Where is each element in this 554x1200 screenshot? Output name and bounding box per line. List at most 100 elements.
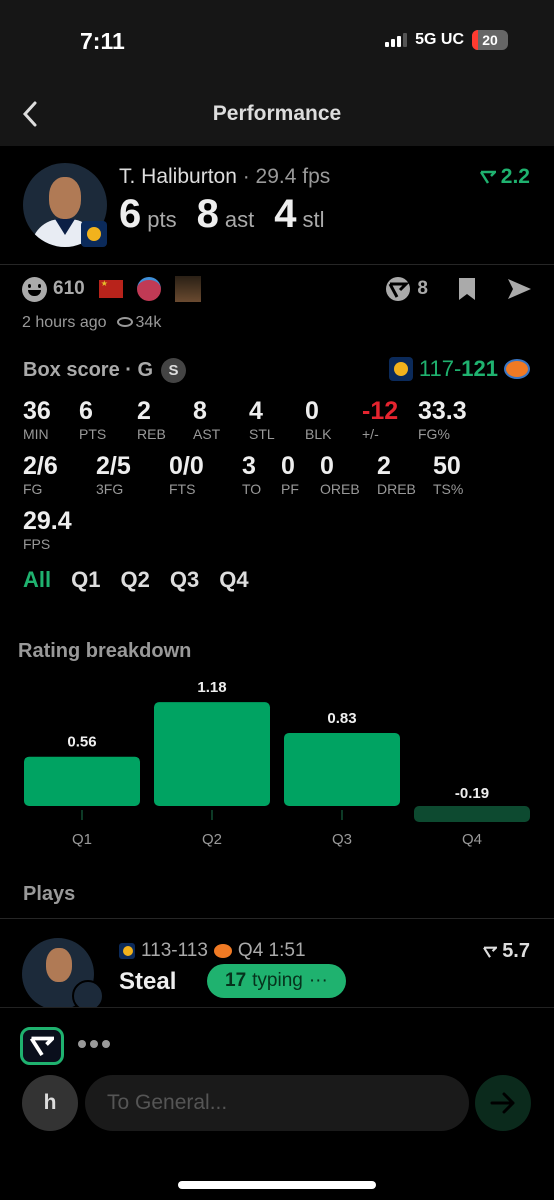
stat-label: BLK — [305, 426, 332, 442]
stat-cell: 2 DREB — [377, 452, 433, 498]
play-rating: 5.7 — [483, 940, 530, 963]
play-action: Steal — [119, 968, 177, 995]
eye-icon — [116, 317, 133, 327]
user-avatar[interactable]: h — [22, 1075, 78, 1131]
stat-label: REB — [137, 426, 166, 442]
stat-value: 0 — [281, 452, 295, 480]
play-score: 113-113 — [141, 940, 208, 961]
player-name-line[interactable]: T. Haliburton · 29.4 fps — [119, 165, 330, 189]
player-rating: 2.2 — [479, 165, 530, 189]
stat-label: MIN — [23, 426, 49, 442]
stat-cell: 0 PF — [281, 452, 320, 498]
stat-cell: 2/6 FG — [23, 452, 96, 498]
player-name: T. Haliburton — [119, 165, 237, 188]
social-bar: 610 8 2 hours ago 34k — [0, 266, 554, 346]
game-score[interactable]: 117-121 — [388, 356, 530, 382]
stat-value: 36 — [23, 397, 51, 425]
stat-cell: 3 TO — [242, 452, 281, 498]
battery-icon: 20 — [472, 30, 508, 50]
reaction-count: 610 — [53, 278, 85, 299]
message-input[interactable] — [85, 1075, 469, 1131]
top-bar: 7:11 5G UC 20 Performance — [0, 0, 554, 146]
send-button[interactable] — [475, 1075, 531, 1131]
bookmark-icon[interactable] — [454, 276, 480, 302]
box-score-row-1: 36 MIN 6 PTS 2 REB 8 AST 4 STL 0 BLK -12 +/- 33.3 FG% — [23, 397, 478, 443]
position-badge: S — [161, 358, 187, 383]
network-label: 5G UC — [415, 31, 464, 48]
rating-value: 2.2 — [500, 165, 530, 188]
rating-breakdown-title: Rating breakdown — [18, 640, 192, 662]
reactions-button[interactable]: 610 — [22, 276, 85, 302]
tab-q4[interactable]: Q4 — [219, 567, 248, 593]
app-logo-button[interactable] — [20, 1027, 64, 1065]
bar-value-label: 0.56 — [67, 734, 96, 751]
stat-cell: 4 STL — [249, 397, 305, 443]
stat-value: 8 — [196, 192, 219, 236]
more-options-icon[interactable] — [78, 1040, 110, 1048]
stat-cell: -12 +/- — [362, 397, 418, 443]
status-icons: 5G UC 20 — [385, 30, 508, 50]
stat-label: FPS — [23, 536, 51, 552]
stat-value: 50 — [433, 452, 461, 480]
box-score-row-2: 2/6 FG 2/5 3FG 0/0 FTS 3 TO 0 PF 0 OREB 2 DREB 50 TS% — [23, 452, 493, 498]
stat-label: TS% — [433, 481, 464, 497]
x-tick-label: Q2 — [202, 831, 222, 848]
stat-value: 3 — [242, 452, 256, 480]
box-score-row-3: 29.4 FPS — [23, 507, 103, 553]
stat-label: PTS — [79, 426, 107, 442]
player-fps: · 29.4 fps — [242, 165, 331, 188]
play-time: Q4 1:51 — [237, 940, 306, 961]
vote-button[interactable]: 8 — [385, 276, 428, 302]
app-logo-icon — [30, 1036, 54, 1057]
bar-value-label: 1.18 — [197, 679, 226, 696]
tab-all[interactable]: All — [23, 567, 51, 593]
bar-value-label: 0.83 — [327, 710, 356, 727]
page-title: Performance — [212, 102, 342, 125]
bar-q3 — [284, 732, 400, 806]
knicks-logo-icon — [504, 359, 530, 379]
stat-label: FTS — [169, 481, 196, 497]
opponent-avatar — [72, 980, 104, 1010]
rating-icon — [483, 946, 498, 958]
play-item[interactable]: 113-113 Q4 1:51 5.7 Steal 17 typing ··· — [0, 930, 554, 1010]
stat-value: 6 — [119, 192, 142, 236]
pacers-logo-icon — [388, 357, 413, 381]
share-icon[interactable] — [506, 276, 532, 302]
plays-title: Plays — [23, 883, 76, 905]
stat-value: 0 — [320, 452, 334, 480]
rating-breakdown-chart: 0.56 Q1 1.18 Q2 0.83 Q3 -0.19 Q4 — [24, 679, 530, 848]
bar-q1 — [24, 756, 140, 806]
x-tick-label: Q3 — [332, 831, 352, 848]
stat-value: 33.3 — [418, 397, 467, 425]
stat-value: 0 — [305, 397, 319, 425]
knicks-logo-icon — [213, 944, 232, 958]
stat-value: 4 — [274, 192, 297, 236]
typing-indicator[interactable]: 17 typing ··· — [207, 964, 346, 998]
hot-face-reaction-icon[interactable] — [136, 277, 161, 301]
team-score: 117 — [418, 356, 454, 381]
stat-value: 0/0 — [169, 452, 204, 480]
divider — [0, 918, 554, 919]
stat-cell: 50 TS% — [433, 452, 493, 498]
china-flag-reaction-icon[interactable] — [98, 279, 123, 298]
view-count: 34k — [116, 314, 161, 332]
stat-cell: 6 PTS — [79, 397, 137, 443]
tab-q3[interactable]: Q3 — [170, 567, 199, 593]
player-stat-line: 6 pts 8 ast 4 stl — [119, 192, 338, 237]
stat-cell: 2 REB — [137, 397, 193, 443]
tab-q2[interactable]: Q2 — [120, 567, 149, 593]
stat-cell: 0 OREB — [320, 452, 377, 498]
stat-label: 3FG — [96, 481, 124, 497]
stat-cell: 29.4 FPS — [23, 507, 103, 553]
stat-label: DREB — [377, 481, 416, 497]
stat-unit: pts — [147, 207, 177, 232]
stat-label: FG% — [418, 426, 450, 442]
gif-reaction-icon[interactable] — [174, 276, 201, 302]
home-indicator — [178, 1181, 376, 1189]
stat-label: +/- — [362, 426, 379, 442]
tab-q1[interactable]: Q1 — [71, 567, 100, 593]
stat-cell: 33.3 FG% — [418, 397, 478, 443]
stat-label: PF — [281, 481, 299, 497]
stat-value: 2/6 — [23, 452, 58, 480]
stat-label: OREB — [320, 481, 360, 497]
